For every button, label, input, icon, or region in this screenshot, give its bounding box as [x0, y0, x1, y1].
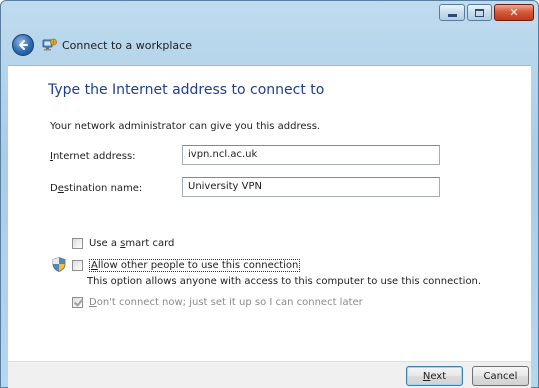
destination-name-input[interactable]	[188, 181, 434, 192]
minimize-button[interactable]	[439, 4, 465, 21]
smart-card-checkbox[interactable]	[72, 238, 83, 249]
label-text: D	[50, 183, 58, 194]
dont-connect-label: Don't connect now; just set it up so I c…	[89, 297, 363, 308]
back-button[interactable]	[12, 34, 34, 56]
minimize-icon	[447, 14, 457, 17]
close-icon: ✕	[509, 6, 519, 19]
uac-shield-icon	[52, 257, 66, 272]
dont-connect-checkbox[interactable]	[72, 297, 83, 308]
content-area	[8, 65, 531, 361]
internet-address-field[interactable]	[182, 145, 440, 165]
intro-text: Your network administrator can give you …	[50, 121, 321, 132]
destination-name-field[interactable]	[182, 177, 440, 197]
smart-card-label: Use a smart card	[89, 238, 175, 249]
label-text: stination name:	[63, 183, 143, 194]
button-label: ext	[430, 370, 447, 382]
network-connection-icon	[42, 38, 57, 51]
destination-name-label: Destination name:	[50, 183, 142, 194]
allow-others-checkbox[interactable]	[72, 260, 83, 271]
access-key: N	[422, 370, 431, 382]
allow-others-label: Allow other people to use this connectio…	[89, 259, 301, 272]
maximize-icon	[475, 8, 484, 17]
caption-buttons: ✕	[439, 4, 534, 21]
allow-others-description: This option allows anyone with access to…	[87, 276, 482, 287]
allow-others-option[interactable]: Allow other people to use this connectio…	[72, 259, 301, 272]
smart-card-option[interactable]: Use a smart card	[72, 238, 174, 249]
label-text: nternet address:	[52, 151, 136, 162]
internet-address-label: Internet address:	[50, 151, 136, 162]
close-button[interactable]: ✕	[494, 4, 534, 21]
page-heading: Type the Internet address to connect to	[48, 82, 325, 98]
back-arrow-icon	[19, 40, 28, 50]
internet-address-input[interactable]	[188, 149, 434, 160]
next-button[interactable]: Next	[406, 366, 463, 386]
window-title: Connect to a workplace	[62, 39, 192, 52]
maximize-button[interactable]	[467, 4, 492, 21]
cancel-button[interactable]: Cancel	[472, 366, 529, 386]
dont-connect-option[interactable]: Don't connect now; just set it up so I c…	[72, 297, 363, 308]
